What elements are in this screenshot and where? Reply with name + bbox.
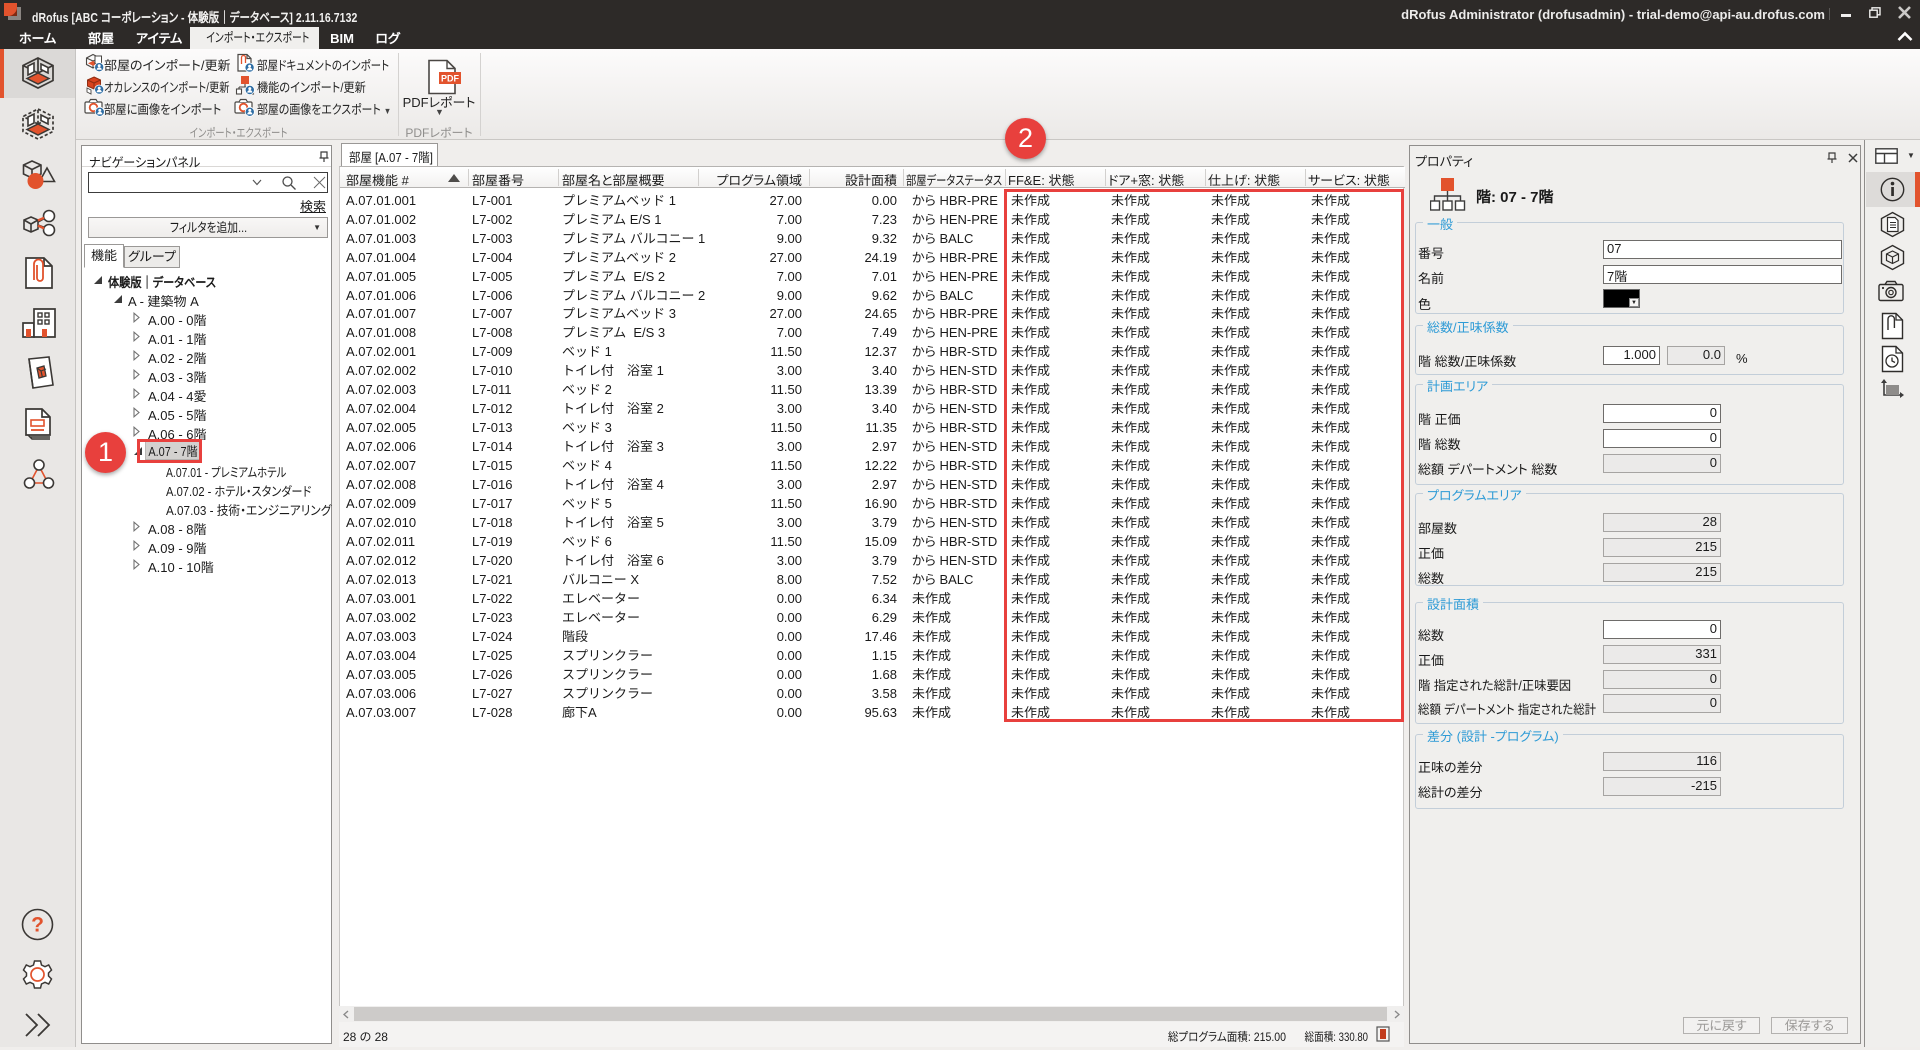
svg-text:?: ? bbox=[31, 914, 44, 937]
svg-text:PDF: PDF bbox=[441, 74, 460, 84]
